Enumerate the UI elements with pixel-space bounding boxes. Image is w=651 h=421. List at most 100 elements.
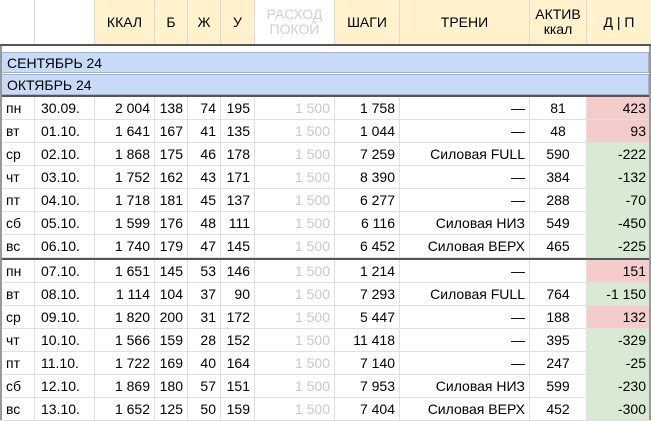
cell-active[interactable]: 247 (530, 352, 587, 375)
cell-train[interactable]: Силовая НИЗ (400, 212, 530, 235)
cell-dp[interactable]: -230 (587, 375, 651, 398)
cell-u[interactable]: 135 (221, 120, 255, 143)
cell-day[interactable]: чт (0, 166, 35, 189)
cell-date[interactable]: 09.10. (35, 306, 95, 329)
cell-b[interactable]: 167 (155, 120, 188, 143)
cell-steps[interactable]: 6 116 (335, 212, 400, 235)
cell-date[interactable]: 13.10. (35, 398, 95, 421)
cell-zh[interactable]: 57 (188, 375, 221, 398)
cell-u[interactable]: 90 (221, 283, 255, 306)
cell-day[interactable]: пн (0, 260, 35, 283)
header-carbs[interactable]: У (221, 0, 255, 44)
cell-active[interactable]: 452 (530, 398, 587, 421)
cell-date[interactable]: 05.10. (35, 212, 95, 235)
cell-train[interactable]: — (400, 189, 530, 212)
cell-active[interactable]: 764 (530, 283, 587, 306)
cell-kcal[interactable]: 1 740 (95, 235, 155, 258)
cell-train[interactable]: — (400, 329, 530, 352)
cell-active[interactable] (530, 260, 587, 283)
cell-active[interactable]: 395 (530, 329, 587, 352)
cell-train[interactable]: Силовая FULL (400, 283, 530, 306)
cell-u[interactable]: 172 (221, 306, 255, 329)
cell-zh[interactable]: 47 (188, 235, 221, 258)
cell-kcal[interactable]: 1 868 (95, 143, 155, 166)
cell-day[interactable]: чт (0, 329, 35, 352)
cell-kcal[interactable]: 2 004 (95, 97, 155, 120)
header-rest-expense[interactable]: РАСХОД ПОКОЙ (255, 0, 335, 44)
header-protein[interactable]: Б (155, 0, 188, 44)
cell-u[interactable]: 171 (221, 166, 255, 189)
cell-u[interactable]: 146 (221, 260, 255, 283)
cell-rest[interactable]: 1 500 (255, 329, 335, 352)
cell-train[interactable]: Силовая ВЕРХ (400, 235, 530, 258)
cell-day[interactable]: сб (0, 212, 35, 235)
cell-kcal[interactable]: 1 869 (95, 375, 155, 398)
cell-date[interactable]: 12.10. (35, 375, 95, 398)
cell-dp[interactable]: 132 (587, 306, 651, 329)
header-dp[interactable]: Д | П (587, 0, 651, 44)
cell-zh[interactable]: 41 (188, 120, 221, 143)
cell-day[interactable]: вс (0, 398, 35, 421)
cell-u[interactable]: 137 (221, 189, 255, 212)
cell-kcal[interactable]: 1 566 (95, 329, 155, 352)
cell-kcal[interactable]: 1 820 (95, 306, 155, 329)
cell-rest[interactable]: 1 500 (255, 212, 335, 235)
cell-steps[interactable]: 7 293 (335, 283, 400, 306)
cell-b[interactable]: 125 (155, 398, 188, 421)
cell-kcal[interactable]: 1 651 (95, 260, 155, 283)
cell-zh[interactable]: 45 (188, 189, 221, 212)
cell-date[interactable]: 04.10. (35, 189, 95, 212)
cell-active[interactable]: 81 (530, 97, 587, 120)
cell-active[interactable]: 599 (530, 375, 587, 398)
cell-date[interactable]: 03.10. (35, 166, 95, 189)
cell-date[interactable]: 02.10. (35, 143, 95, 166)
cell-rest[interactable]: 1 500 (255, 143, 335, 166)
cell-steps[interactable]: 7 140 (335, 352, 400, 375)
cell-dp[interactable]: 151 (587, 260, 651, 283)
cell-kcal[interactable]: 1 722 (95, 352, 155, 375)
cell-rest[interactable]: 1 500 (255, 398, 335, 421)
cell-zh[interactable]: 74 (188, 97, 221, 120)
cell-train[interactable]: Силовая ВЕРХ (400, 398, 530, 421)
cell-b[interactable]: 104 (155, 283, 188, 306)
cell-u[interactable]: 111 (221, 212, 255, 235)
cell-dp[interactable]: -300 (587, 398, 651, 421)
cell-dp[interactable]: 93 (587, 120, 651, 143)
cell-dp[interactable]: -1 150 (587, 283, 651, 306)
cell-dp[interactable]: -225 (587, 235, 651, 258)
cell-rest[interactable]: 1 500 (255, 306, 335, 329)
cell-kcal[interactable]: 1 652 (95, 398, 155, 421)
cell-dp[interactable]: -222 (587, 143, 651, 166)
cell-steps[interactable]: 7 259 (335, 143, 400, 166)
cell-steps[interactable]: 6 277 (335, 189, 400, 212)
cell-zh[interactable]: 28 (188, 329, 221, 352)
cell-u[interactable]: 159 (221, 398, 255, 421)
month-row-september[interactable]: СЕНТЯБРЬ 24 (0, 52, 649, 73)
cell-rest[interactable]: 1 500 (255, 97, 335, 120)
cell-active[interactable]: 465 (530, 235, 587, 258)
cell-dp[interactable]: -450 (587, 212, 651, 235)
header-date[interactable] (35, 0, 95, 44)
cell-zh[interactable]: 46 (188, 143, 221, 166)
cell-rest[interactable]: 1 500 (255, 260, 335, 283)
cell-day[interactable]: вс (0, 235, 35, 258)
cell-b[interactable]: 181 (155, 189, 188, 212)
header-fat[interactable]: Ж (188, 0, 221, 44)
cell-b[interactable]: 200 (155, 306, 188, 329)
cell-b[interactable]: 145 (155, 260, 188, 283)
cell-kcal[interactable]: 1 641 (95, 120, 155, 143)
cell-date[interactable]: 11.10. (35, 352, 95, 375)
cell-kcal[interactable]: 1 718 (95, 189, 155, 212)
cell-b[interactable]: 138 (155, 97, 188, 120)
cell-steps[interactable]: 8 390 (335, 166, 400, 189)
cell-day[interactable]: пн (0, 97, 35, 120)
cell-steps[interactable]: 7 953 (335, 375, 400, 398)
cell-dp[interactable]: -132 (587, 166, 651, 189)
cell-u[interactable]: 164 (221, 352, 255, 375)
cell-active[interactable]: 384 (530, 166, 587, 189)
cell-u[interactable]: 195 (221, 97, 255, 120)
cell-day[interactable]: пт (0, 352, 35, 375)
cell-b[interactable]: 162 (155, 166, 188, 189)
cell-rest[interactable]: 1 500 (255, 235, 335, 258)
cell-rest[interactable]: 1 500 (255, 352, 335, 375)
